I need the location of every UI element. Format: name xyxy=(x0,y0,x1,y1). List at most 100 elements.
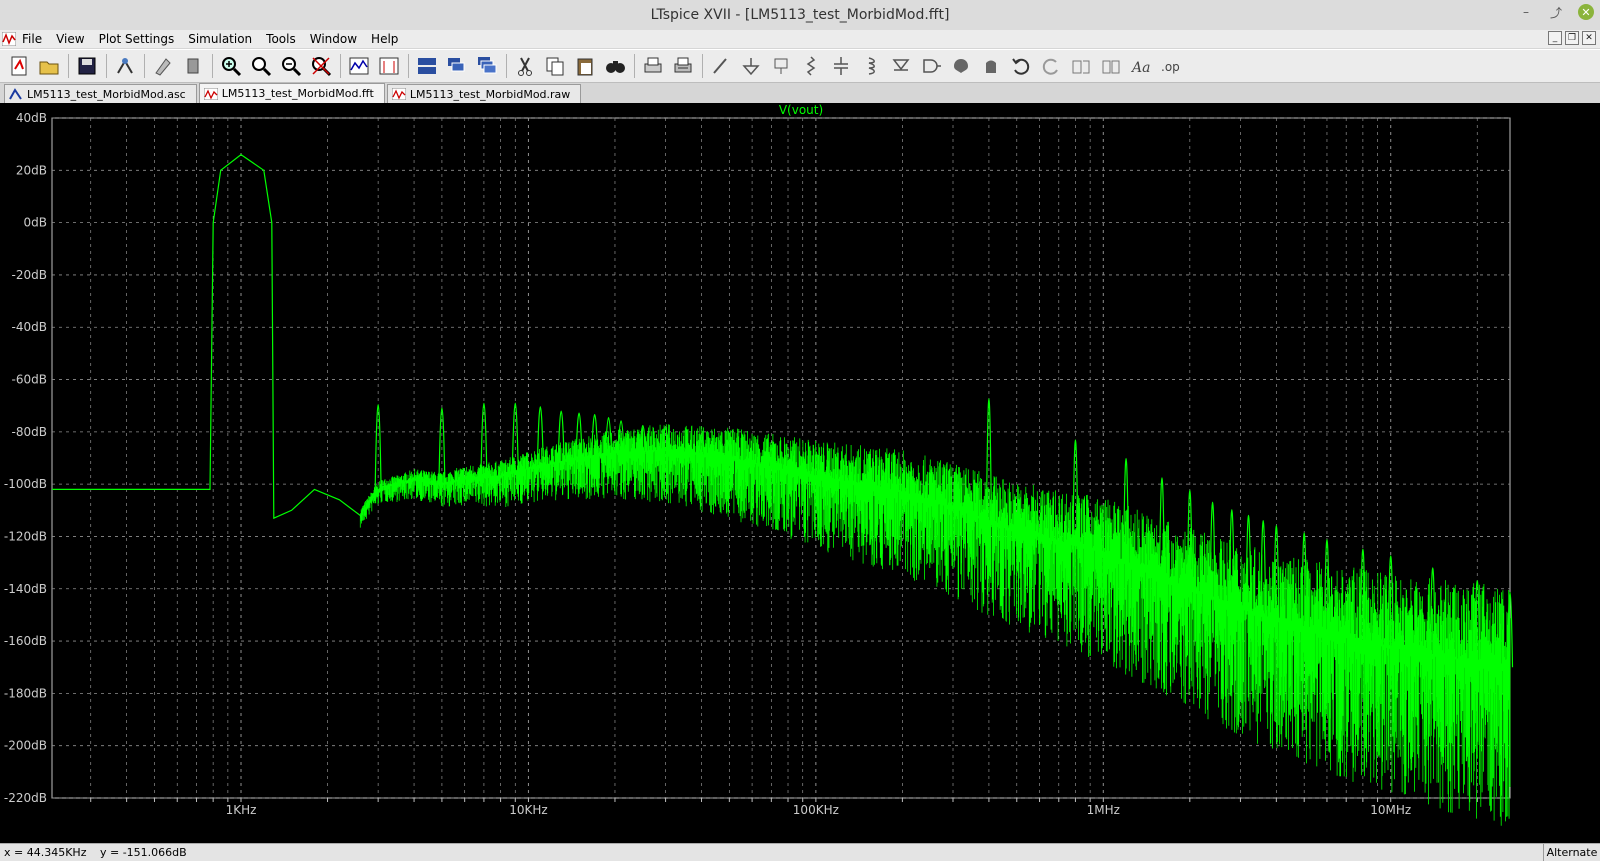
paste-button[interactable] xyxy=(572,53,598,79)
redo-button[interactable] xyxy=(1038,53,1064,79)
rotate-button[interactable] xyxy=(1068,53,1094,79)
copy-button[interactable] xyxy=(542,53,568,79)
halt-button[interactable] xyxy=(180,53,206,79)
y-tick-label: -180dB xyxy=(4,686,47,700)
zoom-out-button[interactable] xyxy=(278,53,304,79)
manual-limits-button[interactable] xyxy=(376,53,402,79)
maximize-icon[interactable]: ⤴ xyxy=(1548,4,1564,20)
control-panel-icon xyxy=(117,58,133,74)
spice-directive-icon: .op xyxy=(1161,60,1180,74)
tab-fft[interactable]: LM5113_test_MorbidMod.fft xyxy=(198,83,385,103)
y-tick-label: -220dB xyxy=(4,791,47,805)
drag-button[interactable] xyxy=(978,53,1004,79)
mdi-minimize-icon[interactable]: _ xyxy=(1548,31,1562,45)
cursor-y-readout: y = -151.066dB xyxy=(99,846,187,859)
zoom-in-button[interactable] xyxy=(218,53,244,79)
tile-horizontal-icon xyxy=(418,58,436,74)
tab-raw[interactable]: LM5113_test_MorbidMod.raw xyxy=(386,84,582,103)
spice-directive-button[interactable]: .op xyxy=(1158,53,1184,79)
redo-icon xyxy=(1042,58,1058,75)
minimize-icon[interactable]: – xyxy=(1518,4,1534,20)
zoom-area-button[interactable] xyxy=(248,53,274,79)
mirror-icon xyxy=(1102,60,1120,74)
toolbar-separator xyxy=(106,54,107,78)
toolbar-separator xyxy=(340,54,341,78)
y-tick-label: -200dB xyxy=(4,739,47,753)
toolbar-separator xyxy=(506,54,507,78)
menu-plot-settings[interactable]: Plot Settings xyxy=(99,32,175,46)
open-button[interactable] xyxy=(36,53,62,79)
status-bar: x = 44.345KHz y = -151.066dB Alternate xyxy=(0,843,1600,861)
wire-button[interactable] xyxy=(708,53,734,79)
save-icon xyxy=(78,57,96,75)
label-button[interactable] xyxy=(768,53,794,79)
menu-help[interactable]: Help xyxy=(371,32,398,46)
tab-label: LM5113_test_MorbidMod.asc xyxy=(27,87,186,101)
toolbar-separator xyxy=(634,54,635,78)
y-tick-label: -80dB xyxy=(12,425,47,439)
toolbar-separator xyxy=(212,54,213,78)
harmonic-spike xyxy=(1260,520,1267,616)
autorange-button[interactable] xyxy=(346,53,372,79)
ground-button[interactable] xyxy=(738,53,764,79)
x-tick-label: 1KHz xyxy=(226,803,257,817)
drag-icon xyxy=(986,60,996,73)
print-button[interactable] xyxy=(640,53,666,79)
mdi-close-icon[interactable]: ✕ xyxy=(1582,31,1596,45)
cascade-button[interactable] xyxy=(474,53,500,79)
y-tick-label: -20dB xyxy=(12,268,47,282)
document-tabs: LM5113_test_MorbidMod.asc LM5113_test_Mor… xyxy=(0,83,1600,103)
y-tick-label: -40dB xyxy=(12,320,47,334)
menu-tools[interactable]: Tools xyxy=(266,32,296,46)
x-tick-label: 1MHz xyxy=(1087,803,1120,817)
waveform-viewer[interactable]: 40dB 20dB 0dB -20dB -40dB -60dB -80dB -100dB -12… xyxy=(0,103,1600,843)
diode-button[interactable] xyxy=(888,53,914,79)
print-preview-button[interactable] xyxy=(670,53,696,79)
inductor-button[interactable] xyxy=(858,53,884,79)
toolbar-separator xyxy=(702,54,703,78)
halt-icon xyxy=(187,58,199,74)
x-tick-label: 100KHz xyxy=(793,803,839,817)
x-tick-label: 10KHz xyxy=(509,803,547,817)
cascade-icon xyxy=(478,57,497,74)
component-button[interactable] xyxy=(918,53,944,79)
zoom-fit-button[interactable] xyxy=(308,53,334,79)
mirror-button[interactable] xyxy=(1098,53,1124,79)
title-bar: LTspice XVII - [LM5113_test_MorbidMod.ff… xyxy=(0,0,1600,31)
control-panel-button[interactable] xyxy=(112,53,138,79)
undo-button[interactable] xyxy=(1008,53,1034,79)
text-icon: Aa xyxy=(1130,60,1150,76)
y-tick-label: -120dB xyxy=(4,529,47,543)
y-tick-label: 40dB xyxy=(16,111,47,125)
y-tick-label: -160dB xyxy=(4,634,47,648)
new-schematic-button[interactable] xyxy=(6,53,32,79)
capacitor-button[interactable] xyxy=(828,53,854,79)
run-icon xyxy=(155,58,171,76)
tab-schematic[interactable]: LM5113_test_MorbidMod.asc xyxy=(4,84,197,103)
window-title: LTspice XVII - [LM5113_test_MorbidMod.ff… xyxy=(650,7,950,23)
tile-vertical-button[interactable] xyxy=(444,53,470,79)
manual-limits-icon xyxy=(379,57,399,75)
menu-view[interactable]: View xyxy=(56,32,84,46)
resistor-button[interactable] xyxy=(798,53,824,79)
save-button[interactable] xyxy=(74,53,100,79)
fft-plot[interactable]: 40dB 20dB 0dB -20dB -40dB -60dB -80dB -100dB -12… xyxy=(0,103,1600,843)
find-button[interactable] xyxy=(602,53,628,79)
menu-file[interactable]: File xyxy=(22,32,42,46)
run-button[interactable] xyxy=(150,53,176,79)
close-icon[interactable]: ✕ xyxy=(1578,4,1594,20)
harmonic-spike xyxy=(1228,509,1235,605)
mdi-restore-icon[interactable]: ❐ xyxy=(1565,31,1579,45)
waveform-icon xyxy=(203,87,218,100)
resistor-icon xyxy=(806,56,816,76)
cut-button[interactable] xyxy=(512,53,538,79)
trace-title: V(vout) xyxy=(779,103,823,117)
move-button[interactable] xyxy=(948,53,974,79)
menu-simulation[interactable]: Simulation xyxy=(188,32,252,46)
print-preview-icon xyxy=(674,57,692,73)
capacitor-icon xyxy=(834,57,848,75)
ltspice-app-icon[interactable] xyxy=(2,32,16,46)
text-button[interactable]: Aa xyxy=(1128,53,1154,79)
tile-horizontal-button[interactable] xyxy=(414,53,440,79)
menu-window[interactable]: Window xyxy=(310,32,357,46)
